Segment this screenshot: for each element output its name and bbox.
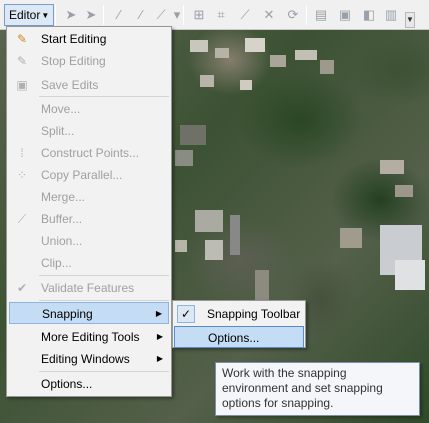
menu-item-label: Options... bbox=[41, 377, 93, 391]
menu-item-label: Buffer... bbox=[41, 212, 83, 226]
dropdown-caret-icon: ▼ bbox=[41, 11, 50, 20]
editor-menu-button[interactable]: Editor▼ bbox=[4, 4, 55, 26]
editor-menu: ✎ Start Editing ✎ Stop Editing ▣ Save Ed… bbox=[6, 26, 172, 397]
copy-parallel-icon: ⁘ bbox=[16, 168, 28, 182]
straight-segment-icon[interactable]: ⁄ bbox=[110, 6, 128, 24]
menu-item-start-editing[interactable]: ✎ Start Editing bbox=[9, 28, 169, 50]
submenu-arrow-icon: ▶ bbox=[155, 309, 162, 318]
menu-item-snapping[interactable]: Snapping ▶ bbox=[9, 302, 169, 324]
pencil-icon: ✎ bbox=[16, 32, 28, 46]
menu-item-label: Start Editing bbox=[41, 32, 107, 46]
rotate-icon[interactable]: ⟳ bbox=[284, 6, 302, 24]
edit-vertices-icon[interactable]: ⊞ bbox=[190, 6, 208, 24]
submenu-item-snapping-toolbar[interactable]: ✓ Snapping Toolbar bbox=[174, 303, 304, 325]
editor-extra-icon[interactable]: ▥ bbox=[382, 6, 400, 24]
menu-separator bbox=[39, 300, 169, 301]
menu-item-merge[interactable]: Merge... bbox=[9, 186, 169, 208]
submenu-arrow-icon: ▶ bbox=[156, 354, 163, 363]
stop-pencil-icon: ✎ bbox=[16, 54, 28, 68]
toolbar-separator bbox=[55, 5, 56, 25]
menu-item-save-edits[interactable]: ▣ Save Edits bbox=[9, 74, 169, 96]
submenu-item-label: Snapping Toolbar bbox=[207, 307, 301, 321]
menu-item-more-editing-tools[interactable]: More Editing Tools ▶ bbox=[9, 326, 169, 348]
menu-item-buffer[interactable]: ⟋ Buffer... bbox=[9, 208, 169, 230]
menu-separator bbox=[39, 275, 169, 276]
menu-item-union[interactable]: Union... bbox=[9, 230, 169, 252]
menu-item-split[interactable]: Split... bbox=[9, 120, 169, 142]
edit-tool-icon[interactable]: ➤ bbox=[62, 6, 80, 24]
menu-item-label: Move... bbox=[41, 102, 81, 116]
cut-polygons-icon[interactable]: ⟋ bbox=[236, 6, 254, 24]
submenu-item-options[interactable]: Options... bbox=[174, 326, 304, 348]
toolbar-overflow-button[interactable]: ▼ bbox=[405, 12, 415, 28]
toolbar-separator bbox=[103, 5, 104, 25]
menu-item-label: Validate Features bbox=[41, 281, 135, 295]
toolbar-separator bbox=[183, 5, 184, 25]
attributes-icon[interactable]: ▤ bbox=[312, 6, 330, 24]
validate-icon: ✔ bbox=[16, 281, 28, 295]
split-icon[interactable]: ✕ bbox=[260, 6, 278, 24]
menu-item-stop-editing[interactable]: ✎ Stop Editing bbox=[9, 50, 169, 72]
menu-item-label: Construct Points... bbox=[41, 146, 140, 160]
menu-item-label: Union... bbox=[41, 234, 83, 248]
menu-item-label: Save Edits bbox=[41, 78, 99, 92]
menu-item-clip[interactable]: Clip... bbox=[9, 252, 169, 274]
buffer-icon: ⟋ bbox=[17, 212, 27, 226]
snapping-submenu: ✓ Snapping Toolbar Options... bbox=[172, 300, 306, 348]
submenu-arrow-icon: ▶ bbox=[156, 332, 163, 341]
menu-item-label: Snapping bbox=[42, 307, 93, 321]
reshape-icon[interactable]: ⌗ bbox=[212, 6, 230, 24]
snapping-options-tooltip: Work with the snapping environment and s… bbox=[215, 362, 420, 416]
menu-item-editing-windows[interactable]: Editing Windows ▶ bbox=[9, 348, 169, 370]
menu-item-label: Clip... bbox=[41, 256, 72, 270]
menu-item-label: Split... bbox=[41, 124, 75, 138]
menu-item-label: Merge... bbox=[41, 190, 86, 204]
checkmark-icon: ✓ bbox=[177, 305, 195, 323]
toolbar-separator bbox=[306, 5, 307, 25]
editor-menu-label: Editor bbox=[9, 8, 41, 22]
construct-points-icon: ⁞ bbox=[20, 146, 24, 160]
menu-item-options[interactable]: Options... bbox=[9, 373, 169, 395]
menu-item-copy-parallel[interactable]: ⁘ Copy Parallel... bbox=[9, 164, 169, 186]
menu-item-label: More Editing Tools bbox=[41, 330, 140, 344]
menu-separator bbox=[39, 96, 169, 97]
submenu-item-label: Options... bbox=[208, 331, 260, 345]
menu-item-validate-features[interactable]: ✔ Validate Features bbox=[9, 277, 169, 299]
sketch-properties-icon[interactable]: ▣ bbox=[336, 6, 354, 24]
menu-item-construct-points[interactable]: ⁞ Construct Points... bbox=[9, 142, 169, 164]
edit-annotation-icon[interactable]: ➤ bbox=[82, 6, 100, 24]
create-features-icon[interactable]: ◧ bbox=[360, 6, 378, 24]
save-icon: ▣ bbox=[16, 78, 28, 92]
menu-item-label: Stop Editing bbox=[41, 54, 106, 68]
menu-item-move[interactable]: Move... bbox=[9, 98, 169, 120]
tooltip-text: Work with the snapping environment and s… bbox=[222, 366, 383, 410]
endpoint-arc-icon[interactable]: ⁄ bbox=[132, 6, 150, 24]
menu-separator bbox=[39, 371, 169, 372]
menu-item-label: Editing Windows bbox=[41, 352, 130, 366]
menu-item-label: Copy Parallel... bbox=[41, 168, 123, 182]
